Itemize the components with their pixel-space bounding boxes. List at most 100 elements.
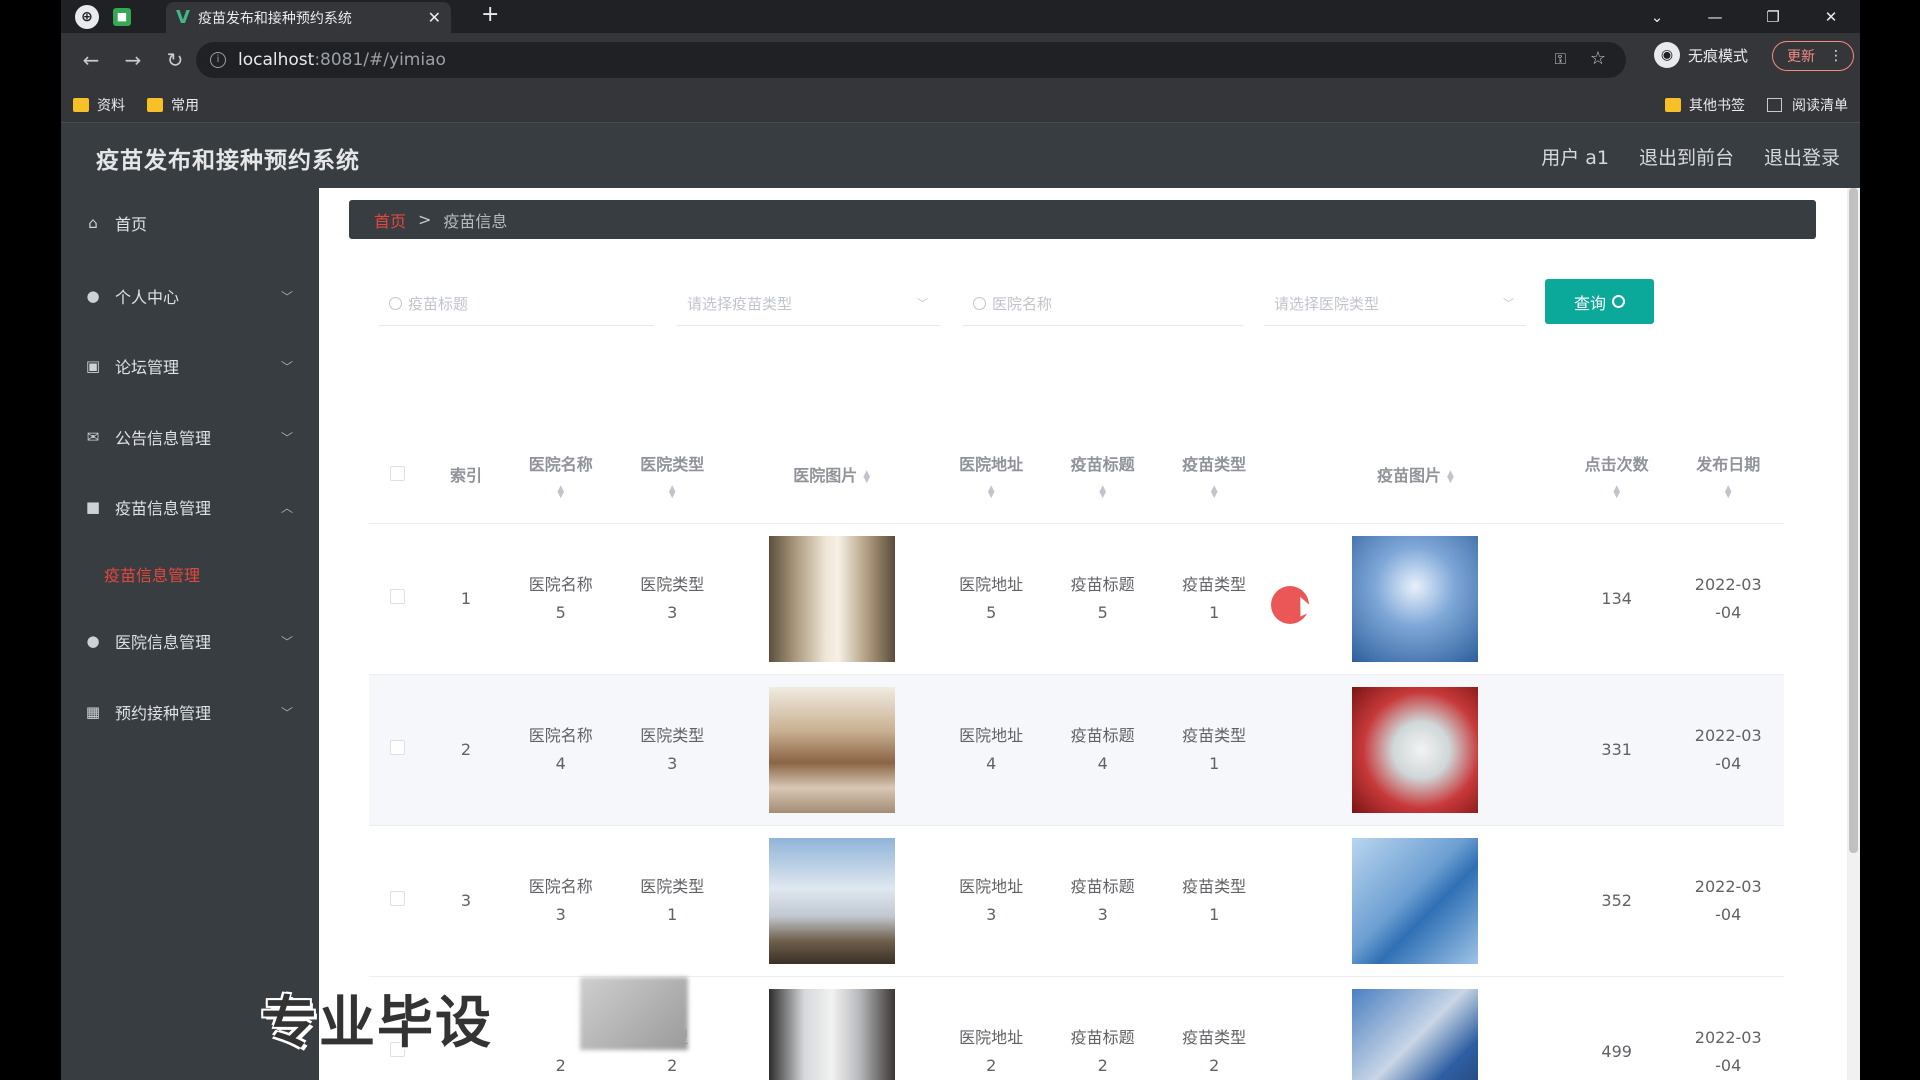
vaccine-title-input[interactable]: 疫苗标题 [379, 281, 654, 326]
cell-text: 2022-03 [1694, 574, 1762, 594]
browser-window: ⊕ ■ V 疫苗发布和接种预约系统 ✕ + ⌄ — ❐ ✕ ← → ↻ i lo… [61, 0, 1860, 1080]
key-icon[interactable]: ⚿ [1555, 50, 1566, 68]
to-front-link[interactable]: 退出到前台 [1639, 143, 1734, 170]
table-row[interactable]: 1 医院名称 5 医院类型 3 医院地址 5 疫苗标题 5 疫苗类型 1 134 2022… [369, 522, 1784, 674]
header-vaccine-image[interactable]: 疫苗图片 ▲ ▼ [1270, 430, 1561, 523]
cell-text: 疫苗类型 [1182, 574, 1247, 594]
sort-icon[interactable]: ▲ ▼ [621, 485, 725, 500]
query-button[interactable]: 查询 [1545, 279, 1654, 324]
reading-list[interactable]: 阅读清单 [1767, 95, 1848, 115]
app-tab-icon[interactable]: ■ [113, 7, 131, 26]
sort-icon[interactable]: ▲ ▼ [939, 485, 1043, 500]
header-clicks[interactable]: 点击次数 ▲ ▼ [1561, 430, 1673, 523]
back-icon[interactable]: ← [79, 48, 103, 72]
hospital-image[interactable] [768, 988, 895, 1080]
url-field[interactable]: i localhost :8081/#/yimiao ⚿ ☆ [196, 42, 1626, 78]
cell-vaccine-image [1269, 673, 1561, 825]
info-icon[interactable]: i [210, 52, 226, 68]
vaccine-image[interactable] [1352, 535, 1479, 662]
sort-icon[interactable]: ▲ ▼ [1447, 469, 1454, 484]
logout-link[interactable]: 退出登录 [1764, 143, 1840, 170]
hospital-type-select[interactable]: 请选择医院类型 ﹀ [1264, 281, 1526, 326]
cell-text: 3 [667, 753, 678, 773]
main-content: 首页 > 疫苗信息 疫苗标题 请选择疫苗类型 ﹀ 医院名称 请选择医院类型 ﹀ … [319, 188, 1860, 1080]
cell-hospital-name: 医院名称 3 [505, 824, 617, 976]
browser-tab[interactable]: V 疫苗发布和接种预约系统 ✕ [166, 2, 451, 33]
star-icon[interactable]: ☆ [1590, 48, 1606, 69]
tab-search-icon[interactable]: ⌄ [1628, 8, 1686, 26]
new-tab-icon[interactable]: + [481, 2, 499, 27]
update-button[interactable]: 更新 ⋮ [1772, 41, 1854, 71]
close-tab-icon[interactable]: ✕ [428, 8, 441, 27]
globe-icon[interactable]: ⊕ [75, 4, 99, 29]
row-select-cell [369, 522, 427, 674]
row-checkbox[interactable] [390, 588, 406, 604]
cell-vaccine-type: 疫苗类型 1 [1158, 522, 1270, 674]
user-icon: ● [86, 287, 100, 305]
mail-icon: ✉ [86, 428, 100, 446]
forward-icon[interactable]: → [121, 48, 145, 72]
close-window-icon[interactable]: ✕ [1802, 8, 1860, 26]
sort-icon[interactable]: ▲ ▼ [863, 469, 870, 484]
header-hospital-name[interactable]: 医院名称 ▲ ▼ [505, 430, 617, 523]
hospital-image[interactable] [768, 837, 895, 964]
bookmark-folder[interactable]: 常用 [147, 95, 199, 115]
cell-hospital-address: 医院地址 4 [935, 673, 1047, 825]
table-row[interactable]: 2 医院名称 4 医院类型 3 医院地址 4 疫苗标题 4 疫苗类型 1 331 2022… [369, 673, 1784, 825]
bookmark-folder[interactable]: 资料 [73, 95, 125, 115]
header-vaccine-type[interactable]: 疫苗类型 ▲ ▼ [1158, 430, 1270, 523]
header-vaccine-title[interactable]: 疫苗标题 ▲ ▼ [1047, 430, 1159, 523]
tab-title: 疫苗发布和接种预约系统 [197, 10, 352, 27]
hospital-name-input[interactable]: 医院名称 [963, 281, 1243, 326]
header-hospital-image[interactable]: 医院图片 ▲ ▼ [728, 430, 935, 523]
reload-icon[interactable]: ↻ [163, 48, 187, 72]
sidebar-item-forum[interactable]: ▣ 论坛管理 ﹀ [61, 346, 319, 386]
row-checkbox[interactable] [390, 890, 406, 906]
cell-text: 5 [986, 602, 997, 622]
vaccine-type-select[interactable]: 请选择疫苗类型 ﹀ [677, 281, 940, 326]
header-label: 疫苗类型 [1182, 455, 1247, 475]
hospital-image[interactable] [768, 686, 895, 813]
cell-hospital-address: 医院地址 5 [935, 522, 1047, 674]
cell-text: 疫苗标题 [1070, 574, 1135, 594]
scrollbar[interactable] [1847, 188, 1860, 1080]
window-controls: ⌄ — ❐ ✕ [1628, 0, 1860, 33]
vaccine-image[interactable] [1352, 686, 1479, 813]
breadcrumb-home[interactable]: 首页 [374, 208, 406, 232]
user-label[interactable]: 用户 a1 [1541, 143, 1609, 170]
vaccine-image[interactable] [1352, 837, 1479, 964]
sidebar-item-notice[interactable]: ✉ 公告信息管理 ﹀ [61, 417, 319, 457]
sort-icon[interactable]: ▲ ▼ [1565, 485, 1669, 500]
incognito-indicator[interactable]: ◉ 无痕模式 [1654, 42, 1748, 68]
vaccine-image[interactable] [1352, 988, 1479, 1080]
sidebar-item-appointment[interactable]: ▦ 预约接种管理 ﹀ [61, 692, 319, 732]
sort-icon[interactable]: ▲ ▼ [1162, 485, 1266, 500]
cell-publish-date: 2022-03 -04 [1672, 975, 1784, 1080]
header-publish-date[interactable]: 发布日期 ▲ ▼ [1672, 430, 1784, 523]
cell-text: 疫苗标题 [1070, 876, 1135, 896]
select-all-cell [369, 430, 427, 523]
sidebar-item-label: 论坛管理 [115, 358, 180, 377]
sidebar-item-home[interactable]: ⌂ 首页 [61, 203, 319, 243]
hospital-image[interactable] [768, 535, 895, 662]
sort-icon[interactable]: ▲ ▼ [509, 485, 613, 500]
row-checkbox[interactable] [390, 739, 406, 755]
search-icon [973, 296, 986, 310]
sidebar-item-hospital[interactable]: ● 医院信息管理 ﹀ [61, 621, 319, 661]
sort-icon[interactable]: ▲ ▼ [1676, 485, 1780, 500]
select-all-checkbox[interactable] [390, 466, 406, 482]
cell-text: 2022-03 [1694, 876, 1762, 896]
minimize-icon[interactable]: — [1686, 8, 1744, 26]
other-bookmarks[interactable]: 其他书签 [1665, 95, 1745, 115]
table-header-row: 索引 医院名称 ▲ ▼ 医院类型 ▲ ▼ 医院图片 ▲ ▼ 医院地址 ▲ ▼ 疫苗标题 ▲ ▼ 疫苗… [369, 430, 1784, 523]
sidebar-item-personal[interactable]: ● 个人中心 ﹀ [61, 276, 319, 316]
header-hospital-address[interactable]: 医院地址 ▲ ▼ [935, 430, 1047, 523]
table-row[interactable]: 3 医院名称 3 医院类型 1 医院地址 3 疫苗标题 3 疫苗类型 1 352 2022… [369, 824, 1784, 976]
restore-icon[interactable]: ❐ [1744, 8, 1802, 26]
sort-icon[interactable]: ▲ ▼ [1051, 485, 1155, 500]
header-hospital-type[interactable]: 医院类型 ▲ ▼ [617, 430, 729, 523]
cell-text: 1 [667, 904, 678, 924]
sidebar-subitem-vaccine-info[interactable]: 疫苗信息管理 [104, 562, 200, 586]
scrollbar-thumb[interactable] [1849, 188, 1858, 853]
sidebar-item-vaccine[interactable]: ■ 疫苗信息管理 ︿ [61, 487, 319, 527]
